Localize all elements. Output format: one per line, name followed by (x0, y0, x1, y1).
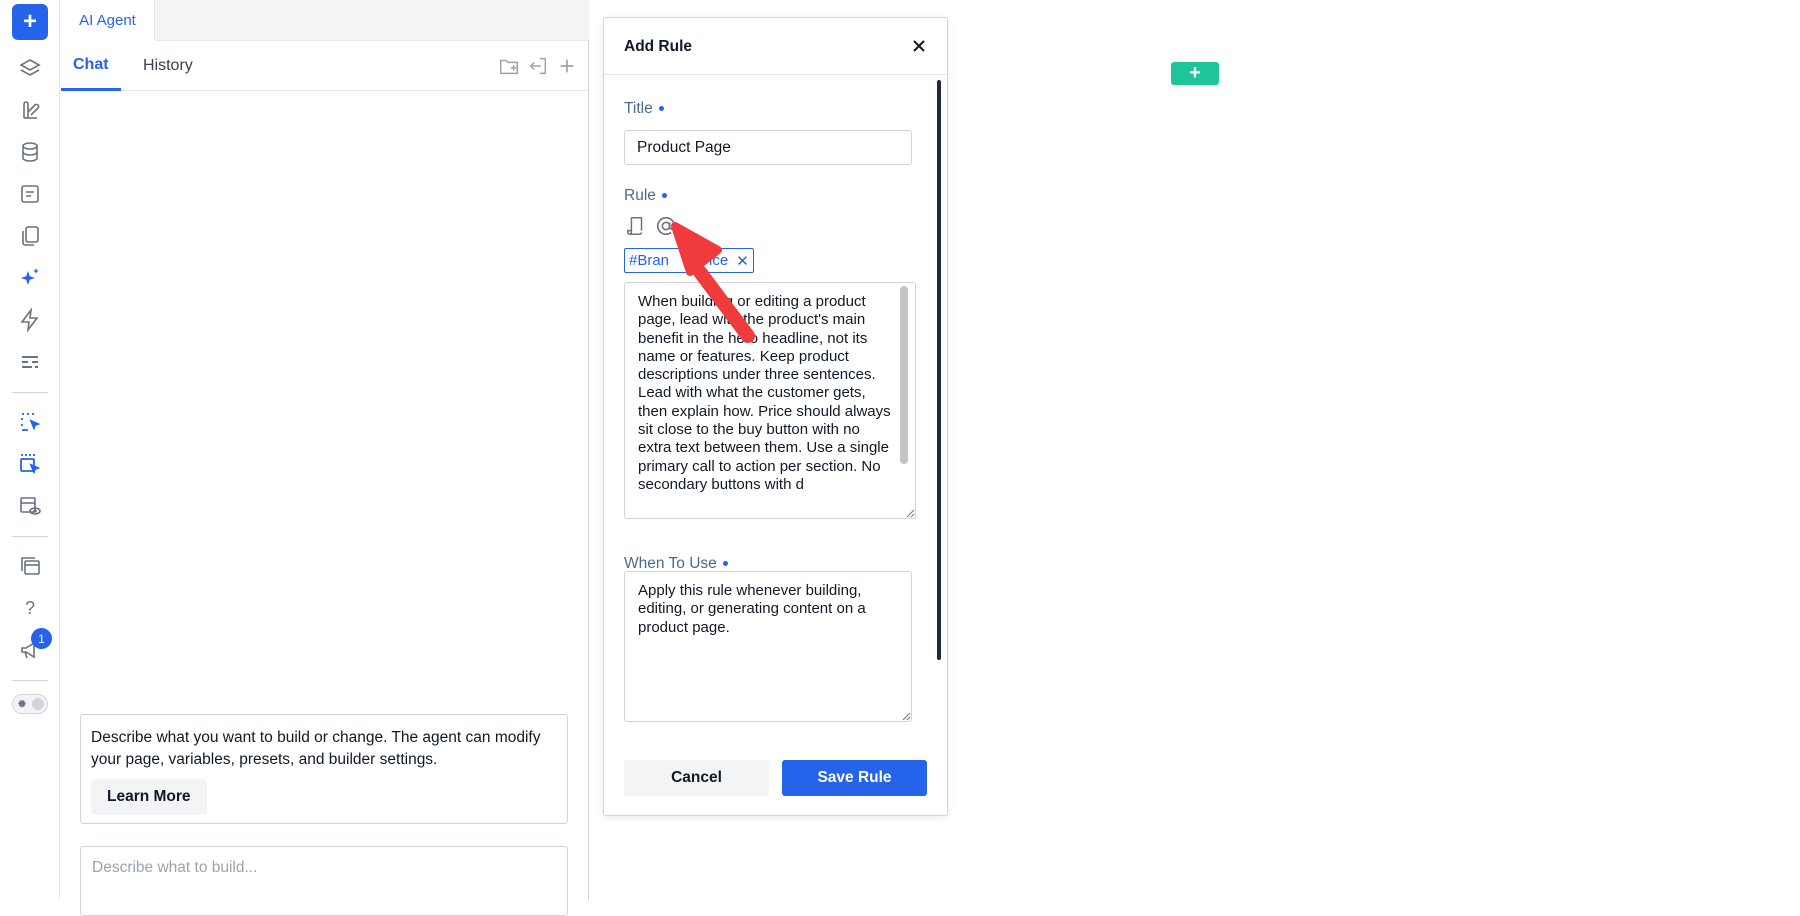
preview-eye-icon[interactable] (14, 490, 46, 522)
form-icon[interactable] (14, 178, 46, 210)
ai-agent-tab[interactable]: AI Agent (61, 0, 155, 41)
learn-more-button[interactable]: Learn More (91, 779, 207, 815)
tag-label: #Bran (629, 252, 670, 269)
agent-prompt-input[interactable]: Describe what to build... (80, 846, 568, 916)
rule-textarea[interactable]: When building or editing a product page,… (624, 282, 916, 519)
toolbar-divider (12, 392, 48, 393)
cancel-button[interactable]: Cancel (624, 760, 769, 796)
modal-title: Add Rule (624, 37, 693, 55)
canvas-add-section-button[interactable]: + (1171, 62, 1219, 85)
sun-icon: ✹ (17, 697, 28, 711)
modal-header: Add Rule (604, 18, 947, 75)
agent-info-card: Describe what you want to build or chang… (80, 714, 568, 824)
help-icon[interactable]: ? (14, 592, 46, 624)
toggle-knob (32, 698, 44, 710)
rule-textarea-scrollbar[interactable] (900, 286, 908, 464)
theme-toggle[interactable]: ✹ (12, 694, 48, 714)
mention-icon[interactable] (654, 214, 678, 238)
settings-lines-icon[interactable] (14, 346, 46, 378)
toolbar-divider (12, 536, 48, 537)
title-field[interactable]: Product Page (624, 130, 912, 165)
agent-info-text: Describe what you want to build or chang… (91, 729, 541, 768)
lightning-icon[interactable] (14, 304, 46, 336)
title-label: Title (624, 100, 664, 118)
modal-scrollbar[interactable] (937, 80, 941, 660)
toolbar-divider (12, 680, 48, 681)
tab-history[interactable]: History (143, 41, 193, 91)
tag-brandvoice[interactable]: #Bran ice ✕ (624, 248, 754, 273)
brush-icon[interactable] (14, 94, 46, 126)
sparkle-icon[interactable] (14, 262, 46, 294)
multi-select-cursor-icon[interactable] (14, 448, 46, 480)
plus-icon[interactable] (555, 54, 579, 78)
database-icon[interactable] (14, 136, 46, 168)
notification-badge: 1 (31, 628, 52, 649)
new-folder-icon[interactable] (497, 54, 521, 78)
select-cursor-icon[interactable] (14, 406, 46, 438)
templates-icon[interactable] (14, 550, 46, 582)
close-icon[interactable] (905, 32, 933, 60)
panel-tab-strip: AI Agent (61, 0, 589, 41)
rule-label: Rule (624, 187, 667, 205)
ai-agent-panel: AI Agent Chat History Describe what you … (61, 0, 589, 916)
save-rule-button[interactable]: Save Rule (782, 760, 927, 796)
pages-icon[interactable] (14, 220, 46, 252)
remove-tag-icon[interactable]: ✕ (736, 252, 749, 270)
exit-icon[interactable] (526, 54, 550, 78)
left-toolbar: + ? 1 ✹ (0, 0, 60, 900)
when-to-use-textarea[interactable]: Apply this rule whenever building, editi… (624, 571, 912, 722)
scroll-document-icon[interactable] (624, 214, 648, 238)
tag-label-tail: ice (709, 252, 729, 269)
layers-icon[interactable] (14, 52, 46, 84)
add-element-button[interactable]: + (12, 4, 48, 40)
tab-chat[interactable]: Chat (61, 41, 121, 91)
resize-handle-icon[interactable] (905, 508, 915, 518)
resize-handle-icon[interactable] (901, 711, 911, 721)
add-rule-modal: Add Rule Title Product Page Rule #Bran ic… (603, 17, 948, 816)
